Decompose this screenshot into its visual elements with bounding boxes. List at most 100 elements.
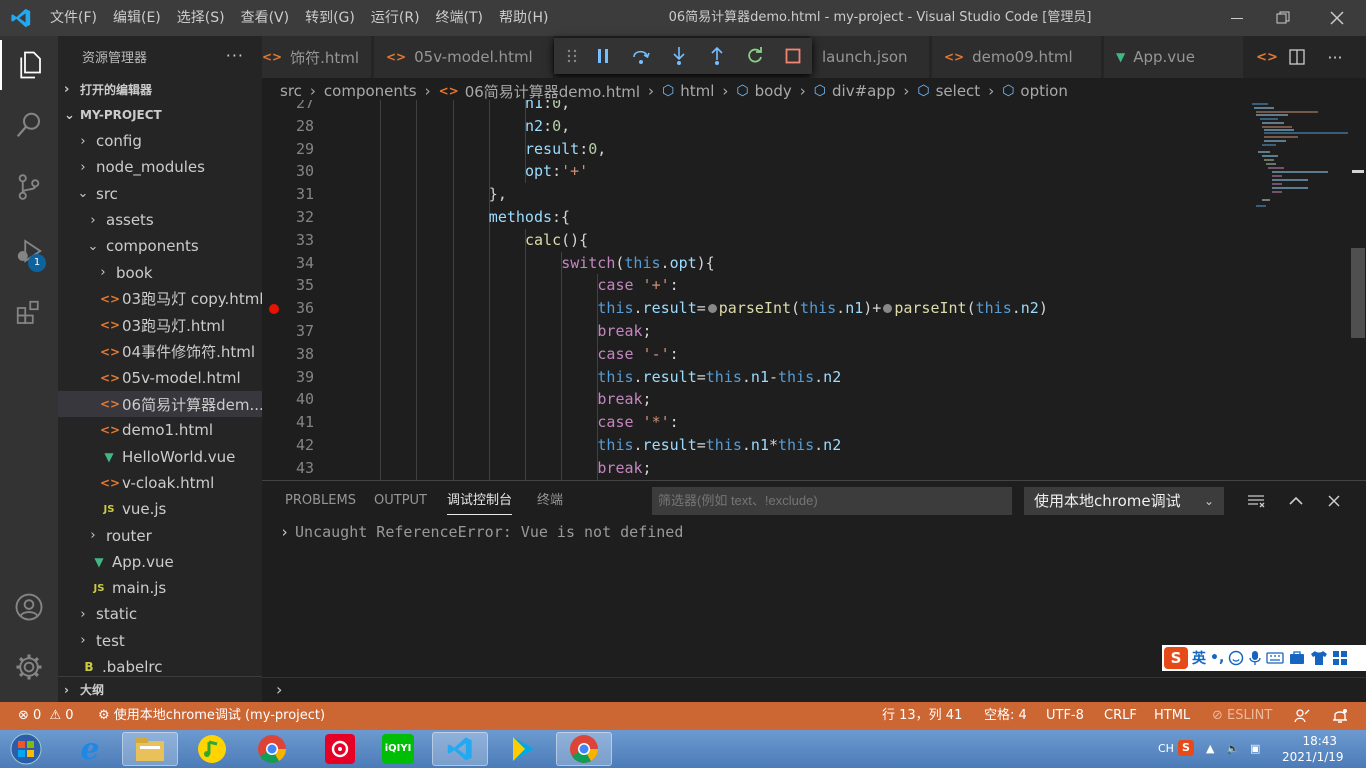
microphone-icon[interactable] [1248, 650, 1262, 666]
language-mode-status[interactable]: HTML [1154, 702, 1190, 730]
code-editor[interactable]: 27 n1:0, 28 n2:0, 29 result:0, 30 opt:'+' 31}, 32… [262, 100, 1350, 480]
minimize-button[interactable] [1214, 0, 1260, 36]
panel-tab-0[interactable]: PROBLEMS [285, 481, 356, 521]
project-section[interactable]: ⌄ MY-PROJECT [58, 102, 262, 128]
feedback-icon[interactable] [1294, 702, 1310, 730]
panel-tab-2[interactable]: 调试控制台 [447, 481, 513, 515]
tree-folder[interactable]: › node_modules [58, 154, 262, 180]
breadcrumb-item[interactable]: select [936, 82, 981, 100]
clear-console-icon[interactable] [1244, 489, 1268, 513]
vscode-taskbar-icon[interactable] [432, 732, 488, 766]
step-into-button[interactable] [660, 38, 698, 74]
start-button-icon[interactable] [2, 732, 50, 766]
volume-icon[interactable]: 🔈 [1226, 730, 1240, 768]
tree-folder[interactable]: › test [58, 628, 262, 654]
grid-menu-icon[interactable] [1332, 650, 1348, 666]
tree-file[interactable]: <> 03跑马灯 copy.html [58, 286, 262, 312]
input-language[interactable]: CH [1158, 730, 1174, 768]
iqiyi-icon[interactable]: iQIYI [370, 732, 426, 766]
source-control-icon[interactable] [0, 162, 58, 212]
menu-item-7[interactable]: 帮助(H) [491, 0, 556, 36]
notifications-bell-icon[interactable] [1332, 702, 1348, 730]
file-explorer-icon[interactable] [122, 732, 178, 766]
step-over-button[interactable] [622, 38, 660, 74]
tree-file[interactable]: ▼ HelloWorld.vue [58, 444, 262, 470]
menu-item-0[interactable]: 文件(F) [42, 0, 105, 36]
tree-folder[interactable]: ⌄ components [58, 233, 262, 259]
tree-file[interactable]: <> v-cloak.html [58, 470, 262, 496]
breadcrumb-item[interactable]: div#app [832, 82, 895, 100]
code-line[interactable]: 32 methods:{ [262, 206, 1350, 229]
tree-folder[interactable]: › router [58, 522, 262, 548]
console-filter-input[interactable] [652, 487, 1012, 515]
menu-item-1[interactable]: 编辑(E) [105, 0, 169, 36]
toolbox-icon[interactable] [1288, 650, 1306, 666]
stop-button[interactable] [774, 38, 812, 74]
show-hidden-icons[interactable]: ▲ [1206, 730, 1214, 768]
code-line[interactable]: 40 break; [262, 388, 1350, 412]
encoding-status[interactable]: UTF-8 [1046, 702, 1084, 730]
clock[interactable]: 18:43 2021/1/19 [1282, 733, 1344, 768]
tray-sogou-icon[interactable]: S [1178, 730, 1194, 768]
breadcrumb-item[interactable]: 06简易计算器demo.html [465, 81, 640, 102]
code-line[interactable]: 31}, [262, 183, 1350, 207]
ime-mode[interactable]: 英 [1192, 648, 1206, 668]
step-out-button[interactable] [698, 38, 736, 74]
code-line[interactable]: 27 n1:0, [262, 100, 1350, 115]
outline-section[interactable]: › 大纲 [58, 676, 262, 702]
tree-folder[interactable]: › config [58, 128, 262, 154]
close-panel-icon[interactable] [1322, 489, 1346, 513]
search-icon[interactable] [0, 100, 58, 150]
video-player-icon[interactable] [494, 732, 550, 766]
breadcrumb-item[interactable]: body [755, 82, 792, 100]
console-error-message[interactable]: › Uncaught ReferenceError: Vue is not def… [280, 523, 683, 541]
code-line[interactable]: 29 result:0, [262, 137, 1350, 161]
code-line[interactable]: 35 case '+': [262, 274, 1350, 298]
breadcrumb-item[interactable]: html [680, 82, 714, 100]
code-line[interactable]: 43 break; [262, 456, 1350, 480]
code-line[interactable]: 30 opt:'+' [262, 160, 1350, 184]
chrome-active-icon[interactable] [556, 732, 612, 766]
code-line[interactable]: 37 break; [262, 320, 1350, 343]
tree-folder[interactable]: › book [58, 259, 262, 285]
tree-file[interactable]: <> 05v-model.html [58, 365, 262, 391]
restart-button[interactable] [736, 38, 774, 74]
panel-tab-1[interactable]: OUTPUT [374, 481, 427, 521]
account-icon[interactable] [0, 582, 58, 632]
run-debug-icon[interactable]: 1 [0, 226, 58, 276]
tree-file[interactable]: ▼ App.vue [58, 549, 262, 575]
code-line[interactable]: 42 this.result=this.n1*this.n2 [262, 434, 1350, 457]
cursor-position[interactable]: 行 13，列 41 [882, 702, 962, 730]
network-icon[interactable]: ▣ [1250, 730, 1260, 768]
tab-4[interactable]: ▼ App.vue [1104, 36, 1244, 78]
code-line[interactable]: 38 case '-': [262, 342, 1350, 366]
editor-scrollbar[interactable] [1350, 100, 1366, 480]
emoji-icon[interactable] [1228, 650, 1244, 666]
code-line[interactable]: 41 case '*': [262, 411, 1350, 435]
code-line[interactable]: 28 n2:0, [262, 114, 1350, 138]
code-line[interactable]: 39 this.result=this.n1-this.n2 [262, 365, 1350, 389]
indentation-status[interactable]: 空格: 4 [984, 702, 1027, 730]
tree-file[interactable]: JS vue.js [58, 496, 262, 522]
tab-1[interactable]: <> 05v-model.html [374, 36, 554, 78]
drag-handle-icon[interactable] [560, 38, 584, 74]
split-editor-icon[interactable] [1282, 36, 1312, 78]
tree-folder[interactable]: ⌄ src [58, 181, 262, 207]
chrome-browser-icon[interactable] [244, 732, 300, 766]
problems-status[interactable]: ⊗ 0 ⚠ 0 [18, 702, 74, 730]
menu-item-3[interactable]: 查看(V) [233, 0, 298, 36]
debug-config-select[interactable]: 使用本地chrome调试 ⌄ [1024, 487, 1224, 515]
breadcrumb-item[interactable]: components [324, 82, 417, 100]
console-input[interactable]: › [262, 677, 1366, 703]
punctuation-icon[interactable]: •, [1210, 650, 1224, 666]
menu-item-4[interactable]: 转到(G) [297, 0, 363, 36]
tab-3[interactable]: <> demo09.html [932, 36, 1102, 78]
tab-0[interactable]: <> 饰符.html [262, 36, 372, 78]
netease-music-icon[interactable] [312, 732, 368, 766]
tree-file[interactable]: <> 03跑马灯.html [58, 312, 262, 338]
tree-folder[interactable]: › assets [58, 207, 262, 233]
explorer-icon[interactable] [0, 40, 58, 90]
code-line[interactable]: 34 switch(this.opt){ [262, 251, 1350, 275]
maximize-panel-icon[interactable] [1284, 489, 1308, 513]
menu-item-2[interactable]: 选择(S) [169, 0, 233, 36]
